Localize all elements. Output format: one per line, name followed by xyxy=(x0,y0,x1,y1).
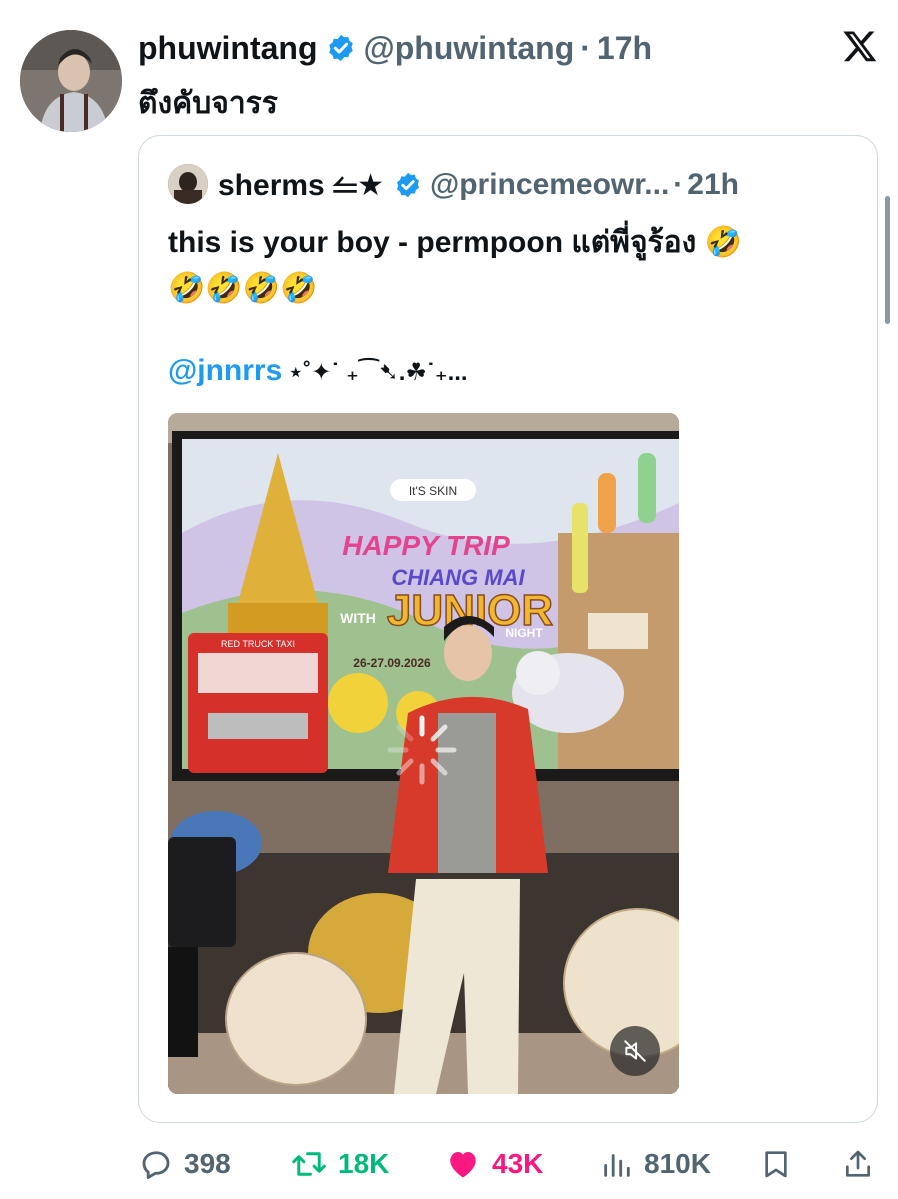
screen-date: 26-27.09.2026 xyxy=(353,656,431,670)
post-time[interactable]: 17h xyxy=(597,30,652,67)
quoted-author-name[interactable]: sherms ⥪★ xyxy=(218,168,384,203)
action-bar: 398 18K 43K 810K xyxy=(0,1140,898,1188)
share-button[interactable] xyxy=(842,1140,884,1188)
truck-label: RED TRUCK TAXI xyxy=(221,639,295,649)
views-button[interactable]: 810K xyxy=(600,1140,711,1188)
mute-button[interactable] xyxy=(610,1026,660,1076)
views-count: 810K xyxy=(644,1148,711,1179)
tweet-text: ตึงคับจารร xyxy=(138,87,278,120)
quoted-author-avatar[interactable] xyxy=(168,164,208,204)
screen-night: NIGHT xyxy=(505,626,543,640)
screen-with: WITH xyxy=(340,610,376,626)
retweet-icon xyxy=(292,1152,326,1176)
author-avatar[interactable] xyxy=(20,30,122,132)
like-count: 43K xyxy=(492,1148,544,1179)
reply-count: 398 xyxy=(184,1148,231,1179)
mention-row: @jnnrrs ⋆˚✦˙ ₊⁀➷.☘︎˙₊... xyxy=(168,354,468,388)
video-frame: RED TRUCK TAXI It'S SKIN HAPPY TRIP CHIA… xyxy=(168,413,679,1094)
video-media[interactable]: RED TRUCK TAXI It'S SKIN HAPPY TRIP CHIA… xyxy=(168,413,679,1094)
muted-speaker-icon xyxy=(624,1040,646,1062)
scrollbar[interactable] xyxy=(885,196,890,324)
heart-icon xyxy=(450,1152,476,1178)
author-handle[interactable]: @phuwintang xyxy=(364,30,575,67)
mention-decoration: ⋆˚✦˙ ₊⁀➷.☘︎˙₊... xyxy=(288,359,468,386)
views-chart-icon xyxy=(604,1154,630,1177)
share-icon xyxy=(846,1150,870,1177)
screen-logo: It'S SKIN xyxy=(409,484,457,498)
author-row: phuwintang @phuwintang · 17h xyxy=(138,26,652,70)
quoted-tweet-emoji-line: 🤣🤣🤣🤣 xyxy=(168,272,318,305)
quoted-author-handle[interactable]: @princemeowr... xyxy=(430,168,669,202)
avatar-photo xyxy=(20,30,122,132)
verified-badge-icon xyxy=(328,34,353,62)
verified-badge-icon xyxy=(397,172,419,198)
reply-icon xyxy=(142,1151,170,1179)
author-name[interactable]: phuwintang xyxy=(138,30,318,67)
quoted-tweet-text: this is your boy - permpoon แต่พี่จูร้อง… xyxy=(168,226,742,259)
separator: · xyxy=(580,29,591,66)
quoted-avatar-photo xyxy=(168,164,208,204)
reply-button[interactable]: 398 xyxy=(138,1140,231,1188)
like-button[interactable]: 43K xyxy=(444,1140,543,1188)
mention-link[interactable]: @jnnrrs xyxy=(168,354,282,387)
bookmark-button[interactable] xyxy=(760,1140,802,1188)
quoted-author-row: sherms ⥪★ @princemeowr... · 21h xyxy=(218,164,739,206)
retweet-count: 18K xyxy=(338,1148,390,1179)
separator: · xyxy=(673,168,684,201)
retweet-button[interactable]: 18K xyxy=(290,1140,389,1188)
screen-title-happy-trip: HAPPY TRIP xyxy=(342,530,510,561)
quoted-post-time[interactable]: 21h xyxy=(687,168,739,202)
x-logo-icon[interactable] xyxy=(842,28,878,64)
bookmark-icon xyxy=(765,1151,787,1178)
